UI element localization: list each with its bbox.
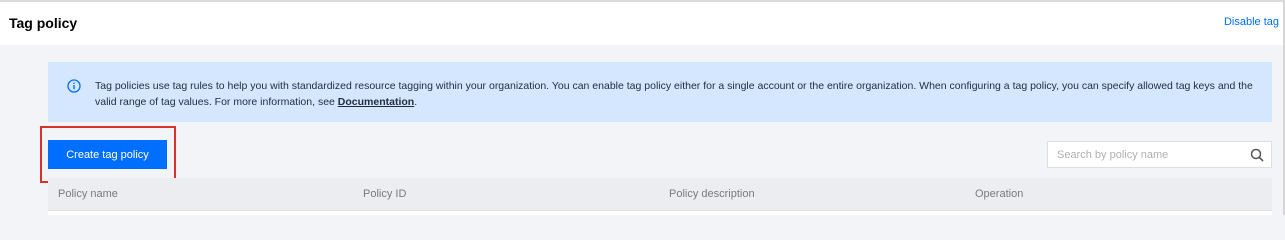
info-text-body: Tag policies use tag rules to help you w… bbox=[95, 80, 1253, 108]
search-box bbox=[1047, 141, 1272, 168]
disable-tag-link[interactable]: Disable tag bbox=[1224, 16, 1279, 28]
info-banner: Tag policies use tag rules to help you w… bbox=[48, 62, 1272, 122]
column-header-policy-description: Policy description bbox=[669, 188, 755, 200]
info-icon bbox=[67, 79, 81, 93]
table-body bbox=[48, 211, 1272, 215]
column-header-operation: Operation bbox=[975, 188, 1024, 200]
create-tag-policy-button[interactable]: Create tag policy bbox=[48, 140, 167, 169]
page: Tag policy Disable tag Tag policies use … bbox=[0, 0, 1285, 215]
column-header-policy-id: Policy ID bbox=[363, 188, 407, 200]
page-header: Tag policy Disable tag bbox=[0, 2, 1283, 45]
table-header: Policy name Policy ID Policy description… bbox=[48, 178, 1272, 211]
search-input[interactable] bbox=[1048, 142, 1238, 167]
column-header-policy-name: Policy name bbox=[58, 188, 118, 200]
page-title: Tag policy bbox=[9, 15, 78, 31]
info-text: Tag policies use tag rules to help you w… bbox=[95, 78, 1255, 110]
search-icon[interactable] bbox=[1250, 148, 1264, 162]
documentation-link[interactable]: Documentation bbox=[338, 96, 414, 108]
info-text-end: . bbox=[414, 96, 418, 108]
